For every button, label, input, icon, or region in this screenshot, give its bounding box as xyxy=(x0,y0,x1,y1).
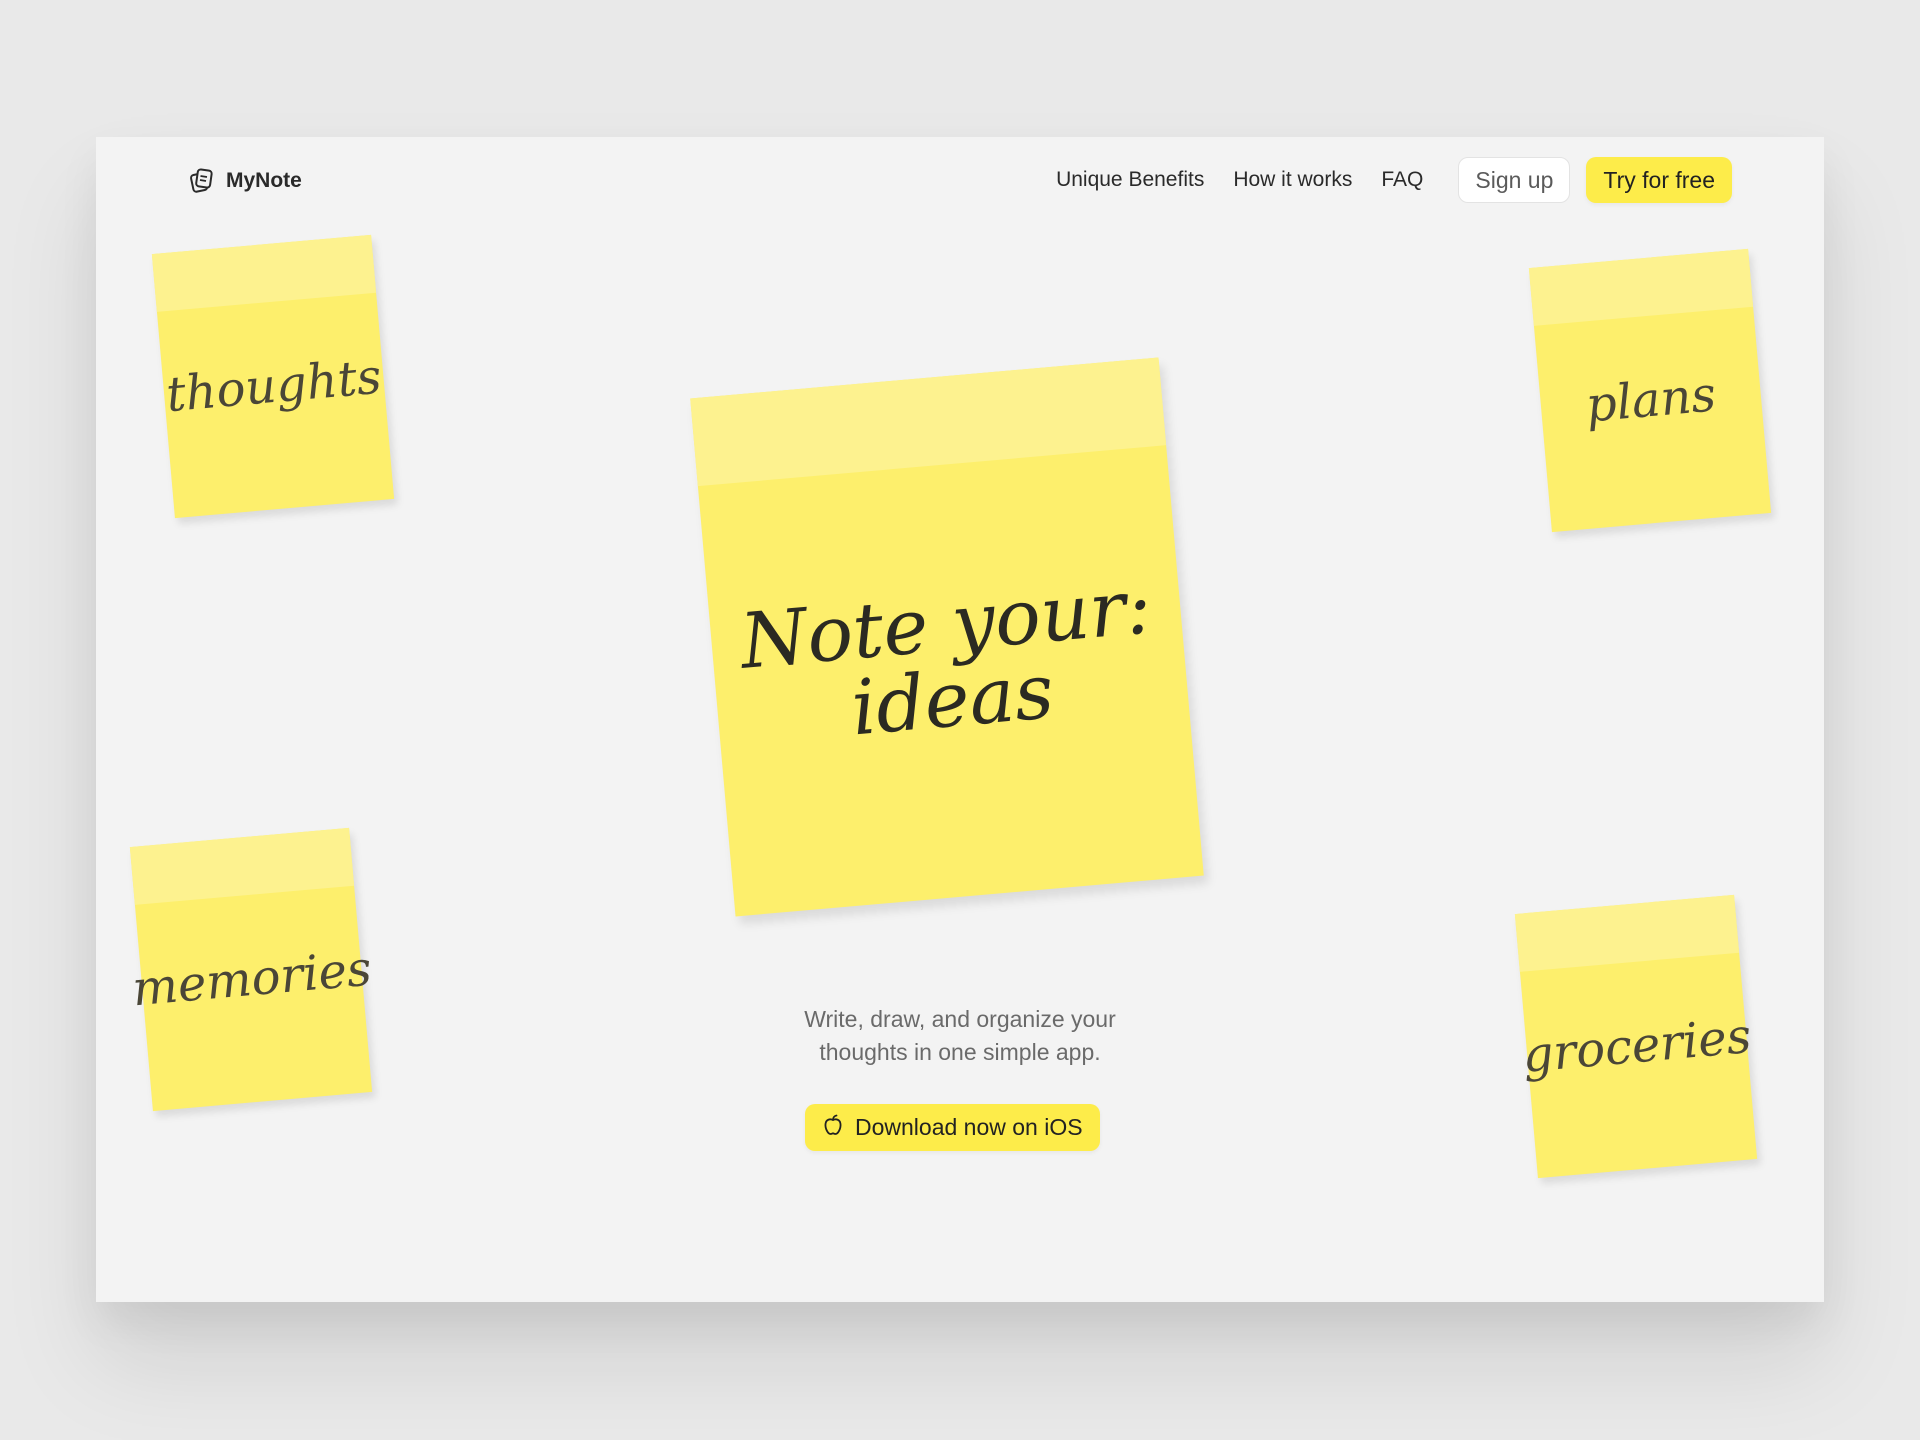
apple-icon xyxy=(822,1113,844,1142)
sticky-note-plans: plans xyxy=(1528,248,1772,533)
download-button-label: Download now on iOS xyxy=(855,1114,1083,1140)
note-adhesive-strip xyxy=(129,827,355,905)
brand-logo[interactable]: MyNote xyxy=(188,167,302,195)
note-adhesive-strip xyxy=(1528,248,1754,326)
hero-subtitle-line1: Write, draw, and organize your xyxy=(804,1006,1116,1032)
note-adhesive-strip xyxy=(151,234,377,312)
hero-subtitle: Write, draw, and organize your thoughts … xyxy=(96,1003,1824,1069)
sticky-note-thoughts: thoughts xyxy=(151,234,395,519)
hero-sticky-note: Note your: ideas xyxy=(690,357,1204,917)
notes-logo-icon xyxy=(188,167,216,195)
nav-link-faq[interactable]: FAQ xyxy=(1381,168,1423,192)
try-for-free-button[interactable]: Try for free xyxy=(1586,157,1732,203)
note-label-plans: plans xyxy=(1583,366,1719,434)
hero-headline: Note your: ideas xyxy=(737,561,1161,755)
brand-name: MyNote xyxy=(226,169,302,192)
sign-up-button[interactable]: Sign up xyxy=(1458,157,1571,203)
page-frame: MyNote Unique Benefits How it works FAQ … xyxy=(96,137,1824,1302)
note-label-thoughts: thoughts xyxy=(164,348,384,424)
top-navigation: MyNote Unique Benefits How it works FAQ … xyxy=(96,137,1824,227)
download-ios-button[interactable]: Download now on iOS xyxy=(805,1104,1100,1151)
nav-link-unique-benefits[interactable]: Unique Benefits xyxy=(1056,168,1204,192)
note-adhesive-strip xyxy=(1514,894,1740,972)
hero-subtitle-line2: thoughts in one simple app. xyxy=(819,1039,1101,1065)
nav-links: Unique Benefits How it works FAQ Sign up… xyxy=(1056,157,1732,203)
nav-link-how-it-works[interactable]: How it works xyxy=(1233,168,1352,192)
note-adhesive-strip xyxy=(690,357,1167,487)
